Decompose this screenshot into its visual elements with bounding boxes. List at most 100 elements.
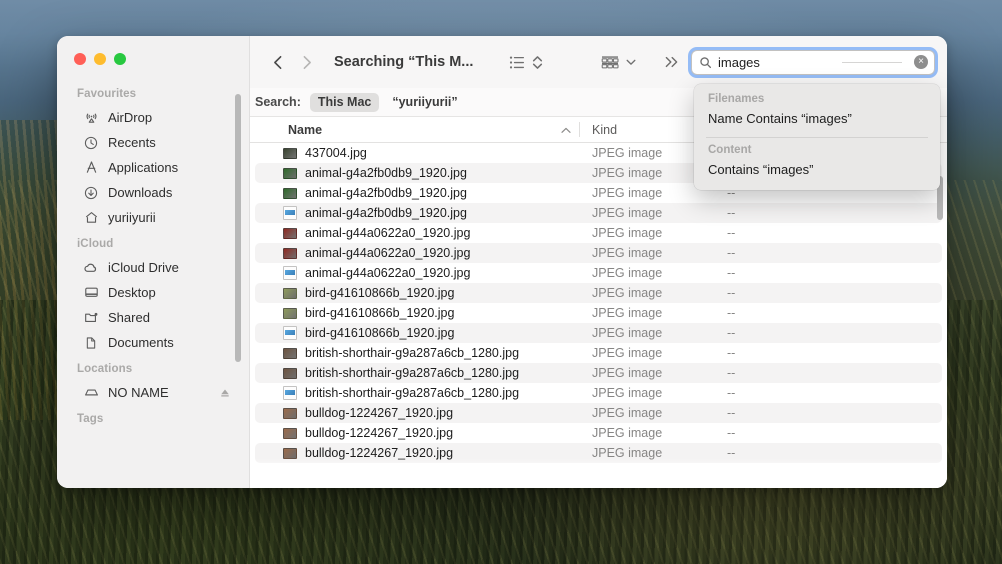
- image-thumbnail-icon: [283, 447, 297, 459]
- sidebar-section-favourites-title: Favourites: [77, 88, 137, 100]
- file-name-cell: bulldog-1224267_1920.jpg: [255, 446, 580, 460]
- more-toolbar-items-icon[interactable]: [663, 53, 681, 71]
- sidebar-item-home[interactable]: yuriiyurii: [63, 205, 241, 230]
- image-thumbnail-icon: [283, 407, 297, 419]
- document-thumbnail-icon: [283, 326, 297, 340]
- file-kind-cell: JPEG image: [592, 406, 663, 420]
- sidebar-item-downloads[interactable]: Downloads: [63, 180, 241, 205]
- sidebar-item-documents[interactable]: Documents: [63, 330, 241, 355]
- file-name-label: british-shorthair-g9a287a6cb_1280.jpg: [305, 366, 520, 380]
- image-thumbnail-icon: [283, 427, 297, 439]
- finder-window: Favourites AirDrop Recents Applications …: [57, 36, 947, 488]
- table-row[interactable]: bird-g41610866b_1920.jpg JPEG image --: [255, 283, 942, 303]
- table-row[interactable]: bulldog-1224267_1920.jpg JPEG image --: [255, 403, 942, 423]
- table-row[interactable]: bird-g41610866b_1920.jpg JPEG image --: [255, 303, 942, 323]
- file-kind-cell: JPEG image: [592, 186, 663, 200]
- document-thumbnail-icon: [283, 266, 297, 280]
- group-items-icon[interactable]: [600, 54, 620, 71]
- file-name-label: bird-g41610866b_1920.jpg: [305, 286, 455, 300]
- eject-icon[interactable]: [219, 387, 231, 399]
- table-row[interactable]: bulldog-1224267_1920.jpg JPEG image --: [255, 443, 942, 463]
- sort-updown-icon[interactable]: [531, 54, 544, 71]
- table-row[interactable]: bird-g41610866b_1920.jpg JPEG image --: [255, 323, 942, 343]
- sort-ascending-icon: [561, 123, 571, 137]
- desktop-icon: [83, 285, 99, 301]
- file-name-cell: animal-g44a0622a0_1920.jpg: [255, 266, 580, 280]
- suggestion-name-contains[interactable]: Name Contains “images”: [694, 107, 940, 131]
- file-name-label: bird-g41610866b_1920.jpg: [305, 326, 455, 340]
- image-thumbnail-icon: [283, 187, 297, 199]
- file-name-cell: animal-g4a2fb0db9_1920.jpg: [255, 186, 580, 200]
- file-name-label: animal-g44a0622a0_1920.jpg: [305, 246, 471, 260]
- document-thumbnail-icon: [283, 386, 297, 400]
- file-kind-cell: JPEG image: [592, 246, 663, 260]
- table-row[interactable]: animal-g44a0622a0_1920.jpg JPEG image --: [255, 243, 942, 263]
- sidebar-item-airdrop[interactable]: AirDrop: [63, 105, 241, 130]
- view-options-group: [509, 54, 544, 71]
- sidebar-item-label: iCloud Drive: [108, 260, 179, 275]
- column-header-name-label: Name: [288, 122, 323, 137]
- file-kind-cell: JPEG image: [592, 366, 663, 380]
- chevron-down-icon[interactable]: [625, 56, 637, 68]
- file-name-label: british-shorthair-g9a287a6cb_1280.jpg: [305, 386, 520, 400]
- sidebar-item-applications[interactable]: Applications: [63, 155, 241, 180]
- sidebar-item-shared[interactable]: Shared: [63, 305, 241, 330]
- sidebar-item-desktop[interactable]: Desktop: [63, 280, 241, 305]
- clear-search-icon[interactable]: ×: [914, 55, 928, 69]
- search-input[interactable]: images ×: [691, 49, 935, 75]
- file-name-cell: british-shorthair-g9a287a6cb_1280.jpg: [255, 366, 580, 380]
- sidebar-item-label: Documents: [108, 335, 174, 350]
- file-name-label: bulldog-1224267_1920.jpg: [305, 446, 454, 460]
- back-button[interactable]: [264, 48, 292, 76]
- zoom-button[interactable]: [114, 53, 126, 65]
- table-row[interactable]: animal-g44a0622a0_1920.jpg JPEG image --: [255, 223, 942, 243]
- image-thumbnail-icon: [283, 147, 297, 159]
- minimize-button[interactable]: [94, 53, 106, 65]
- forward-button[interactable]: [292, 48, 320, 76]
- sidebar-item-icloud-drive[interactable]: iCloud Drive: [63, 255, 241, 280]
- file-name-label: british-shorthair-g9a287a6cb_1280.jpg: [305, 346, 520, 360]
- suggestions-divider: [706, 137, 928, 138]
- file-name-cell: animal-g4a2fb0db9_1920.jpg: [255, 206, 580, 220]
- file-extra-cell: --: [727, 246, 736, 260]
- file-name-label: bulldog-1224267_1920.jpg: [305, 406, 454, 420]
- table-row[interactable]: animal-g44a0622a0_1920.jpg JPEG image --: [255, 263, 942, 283]
- sidebar-section-tags-title: Tags: [77, 413, 104, 425]
- applications-icon: [83, 160, 99, 176]
- file-kind-cell: JPEG image: [592, 226, 663, 240]
- scope-option-folder[interactable]: “yuriiyurii”: [388, 93, 461, 111]
- suggestion-contains[interactable]: Contains “images”: [694, 158, 940, 182]
- file-name-cell: bulldog-1224267_1920.jpg: [255, 406, 580, 420]
- file-name-cell: british-shorthair-g9a287a6cb_1280.jpg: [255, 386, 580, 400]
- image-thumbnail-icon: [283, 247, 297, 259]
- close-button[interactable]: [74, 53, 86, 65]
- sidebar-item-recents[interactable]: Recents: [63, 130, 241, 155]
- table-row[interactable]: british-shorthair-g9a287a6cb_1280.jpg JPE…: [255, 383, 942, 403]
- list-view-icon[interactable]: [509, 54, 526, 71]
- file-extra-cell: --: [727, 366, 736, 380]
- file-extra-cell: --: [727, 406, 736, 420]
- sidebar-item-no-name[interactable]: NO NAME: [63, 380, 241, 405]
- file-extra-cell: --: [727, 346, 736, 360]
- shared-folder-icon: [83, 310, 99, 326]
- sidebar-scrollbar[interactable]: [235, 94, 241, 362]
- suggestions-heading-filenames: Filenames: [708, 93, 765, 105]
- file-kind-cell: JPEG image: [592, 346, 663, 360]
- column-header-name[interactable]: Name: [250, 117, 580, 142]
- file-name-cell: animal-g44a0622a0_1920.jpg: [255, 246, 580, 260]
- table-row[interactable]: british-shorthair-g9a287a6cb_1280.jpg JPE…: [255, 363, 942, 383]
- table-row[interactable]: british-shorthair-g9a287a6cb_1280.jpg JPE…: [255, 343, 942, 363]
- file-extra-cell: --: [727, 386, 736, 400]
- image-thumbnail-icon: [283, 367, 297, 379]
- table-row[interactable]: animal-g4a2fb0db9_1920.jpg JPEG image --: [255, 203, 942, 223]
- clock-icon: [83, 135, 99, 151]
- file-kind-cell: JPEG image: [592, 426, 663, 440]
- sidebar-item-label: Downloads: [108, 185, 173, 200]
- sidebar-section-locations-title: Locations: [77, 363, 133, 375]
- table-row[interactable]: bulldog-1224267_1920.jpg JPEG image --: [255, 423, 942, 443]
- file-list[interactable]: 437004.jpg JPEG image animal-g4a2fb0db9_19…: [250, 143, 947, 488]
- column-header-kind-label: Kind: [592, 122, 618, 137]
- suggestions-heading-content: Content: [708, 144, 752, 156]
- scope-option-this-mac[interactable]: This Mac: [309, 92, 380, 112]
- document-thumbnail-icon: [283, 206, 297, 220]
